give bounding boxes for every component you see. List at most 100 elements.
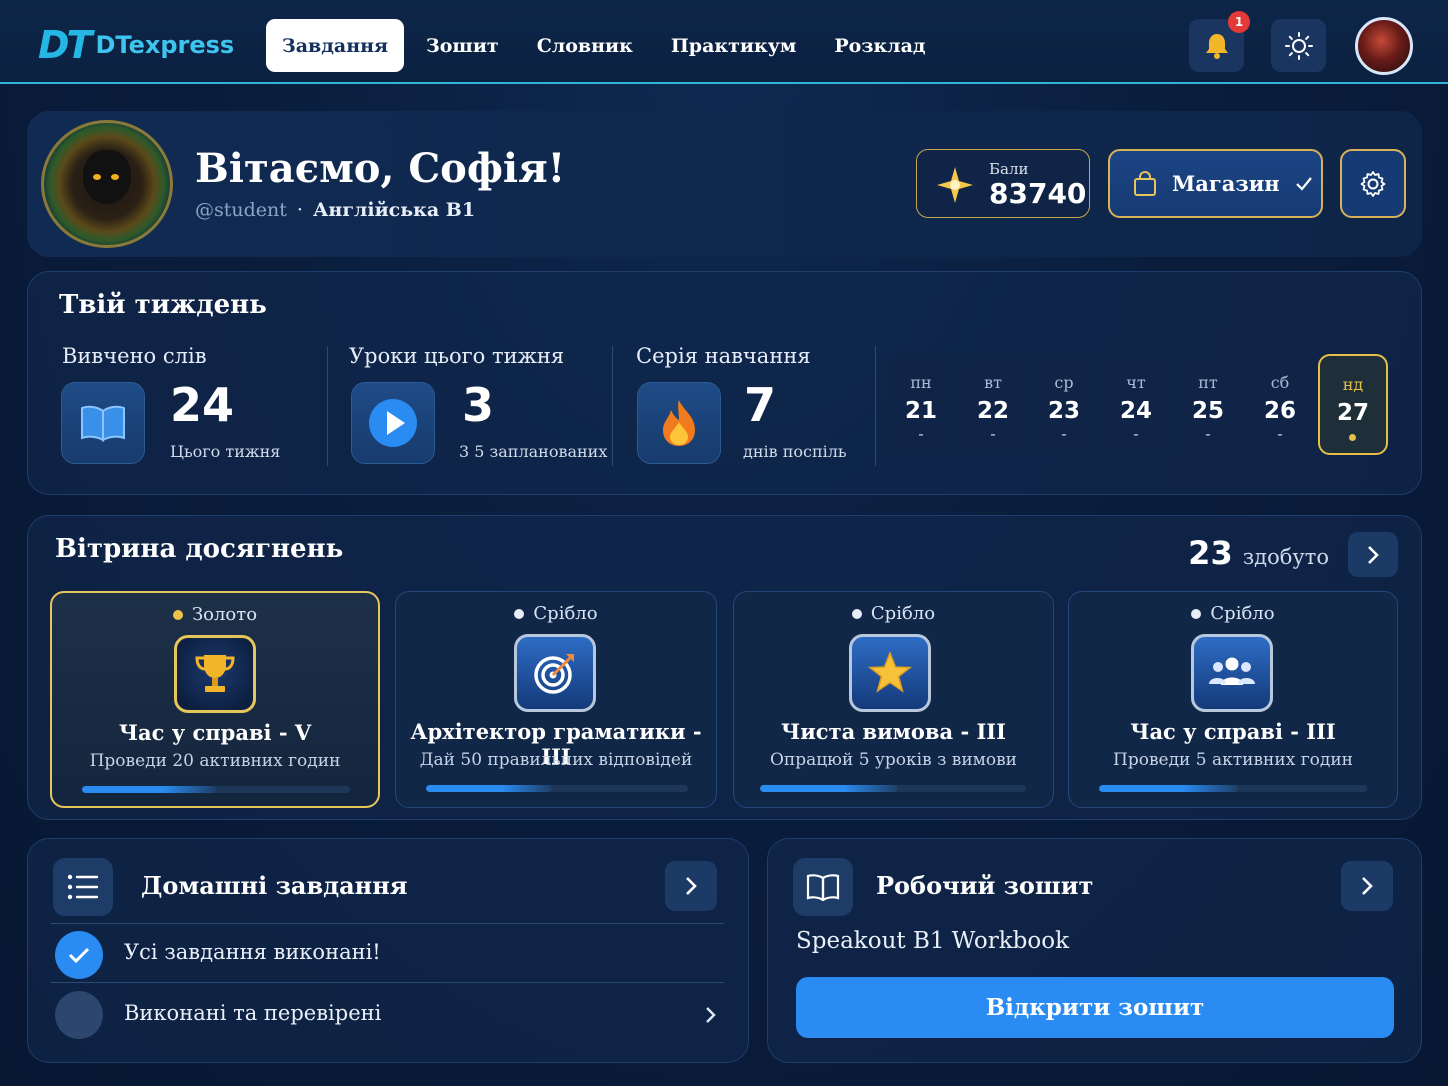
cat-eye-right [111,174,119,180]
main-nav: Завдання Зошит Словник Практикум Розклад [266,19,948,72]
homework-open-button[interactable] [665,861,717,911]
shop-button[interactable]: Магазин [1108,149,1323,218]
workbook-title: Робочий зошит [876,871,1094,900]
achievement-desc: Проведи 20 активних годин [89,751,341,771]
cat-silhouette [83,150,131,204]
points-label: Бали [989,160,1029,178]
achievement-badge [1191,634,1273,712]
week-title: Твій тиждень [59,290,267,320]
day-name: вт [984,373,1002,392]
nav-item-schedule[interactable]: Розклад [818,19,941,72]
achievement-card[interactable]: Срібло Чиста вимова - III Опрацюй 5 урок… [733,591,1054,808]
day-monday[interactable]: пн 21 - [888,354,954,455]
shop-label: Магазин [1172,171,1280,196]
nav-item-dictionary[interactable]: Словник [521,19,649,72]
nav-item-practicum[interactable]: Практикум [655,19,813,72]
day-date: 21 [904,398,937,424]
app-logo[interactable]: DT DTexpress [38,26,234,64]
users-icon [1209,657,1255,685]
achievement-name: Час у справі - III [1130,719,1336,744]
list-icon [67,874,99,900]
day-mark: - [1277,424,1283,443]
day-wednesday[interactable]: ср 23 - [1031,354,1097,455]
divider [327,346,328,466]
homework-status-text: Усі завдання виконані! [124,940,381,964]
homework-card: Домашні завдання Усі завдання виконані! … [27,838,749,1063]
user-avatar [41,120,173,248]
achievement-tier: Срібло [734,603,1053,624]
settings-button[interactable] [1340,149,1406,218]
checked-homework-row[interactable]: Виконані та перевірені [51,985,724,1043]
day-date: 24 [1119,398,1152,424]
notification-badge: 1 [1228,11,1250,33]
achievement-card[interactable]: Срібло Час у справі - III Проведи 5 акти… [1068,591,1398,808]
divider [51,923,724,924]
day-mark: - [1133,424,1139,443]
homework-icon-box [53,858,113,916]
words-learned-caption: Цього тижня [170,442,281,461]
progress-fill [760,785,899,792]
trophy-icon [195,655,235,692]
cat-eye-left [93,174,101,180]
day-friday[interactable]: пт 25 - [1175,354,1241,455]
achievement-progress-bar [426,785,688,792]
fire-icon [663,400,695,446]
workbook-more-button[interactable] [1341,861,1393,911]
day-name: пт [1198,373,1218,392]
welcome-card: Вітаємо, Софія! @student · Англійська B1… [27,111,1422,257]
separator-dot: · [296,199,303,221]
chevron-right-icon [1368,545,1379,564]
words-learned-value: 24 [170,378,235,432]
day-sunday-today[interactable]: нд 27 [1318,354,1388,455]
day-mark: - [990,424,996,443]
progress-fill [1099,785,1239,792]
points-value: 83740 [989,177,1087,210]
target-icon [534,654,574,694]
tier-dot [172,609,183,620]
achievement-progress-bar [82,786,350,793]
status-circle [55,991,103,1039]
open-workbook-button[interactable]: Відкрити зошит [796,977,1394,1038]
streak-caption: днів поспіль [743,442,847,461]
progress-fill [82,786,216,793]
course-level: Англійська B1 [312,199,476,221]
stat-icon-streak [637,382,721,464]
tier-label: Золото [191,604,258,625]
achievements-count-label: здобуто [1242,545,1329,569]
lessons-label: Уроки цього тижня [349,344,565,368]
achievement-card[interactable]: Срібло Архітектор граматики - III Дай 50… [395,591,717,808]
theme-toggle-button[interactable] [1271,19,1326,72]
words-learned-label: Вивчено слів [62,344,207,368]
tier-dot [514,608,525,619]
achievement-progress-bar [760,785,1026,792]
workbook-icon-box [793,858,853,916]
workbook-name: Speakout B1 Workbook [796,928,1070,954]
day-date: 23 [1047,398,1080,424]
workbook-card: Робочий зошит Speakout B1 Workbook Відкр… [767,838,1422,1063]
chevron-right-icon [1362,877,1373,895]
day-saturday[interactable]: сб 26 - [1247,354,1313,455]
checkmark-icon [68,947,90,964]
achievement-tier: Срібло [1069,603,1397,624]
gear-icon [1360,170,1386,197]
stat-icon-lessons [351,382,435,464]
nav-item-tasks[interactable]: Завдання [266,19,405,72]
achievements-title: Вітрина досягнень [55,534,344,564]
achievements-more-button[interactable] [1348,532,1398,577]
day-mark: - [918,424,924,443]
logo-mark: DT [38,23,92,67]
notifications-button[interactable]: 1 [1189,11,1250,72]
streak-label: Серія навчання [636,344,811,368]
day-tuesday[interactable]: вт 22 - [960,354,1026,455]
bell-icon [1205,33,1228,59]
nav-item-notebook[interactable]: Зошит [410,19,515,72]
day-thursday[interactable]: чт 24 - [1103,354,1169,455]
points-display: Бали 83740 [916,149,1090,218]
achievement-card[interactable]: Золото Час у справі - V Проведи 20 актив… [50,591,380,808]
tier-label: Срібло [1210,603,1275,624]
achievement-name: Чиста вимова - III [781,719,1006,744]
day-mark: - [1061,424,1067,443]
divider [51,982,724,983]
profile-avatar-button[interactable] [1355,17,1413,75]
day-name: сб [1270,373,1290,392]
